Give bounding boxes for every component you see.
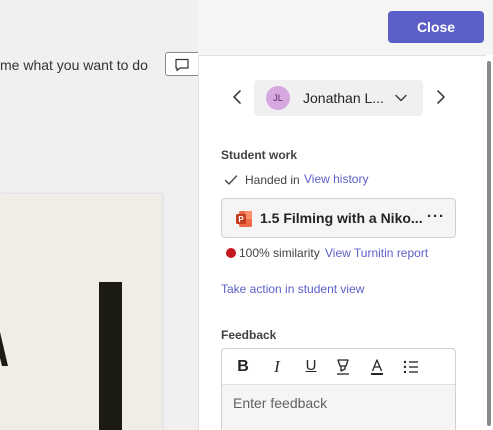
panel-scrollbar[interactable] xyxy=(486,55,493,430)
svg-text:P: P xyxy=(238,215,244,224)
next-student-button[interactable] xyxy=(429,85,453,109)
file-name: 1.5 Filming with a Niko... xyxy=(260,210,423,226)
powerpoint-icon: P xyxy=(236,211,252,227)
similarity-indicator xyxy=(226,248,236,258)
chevron-right-icon xyxy=(437,90,445,104)
underline-button[interactable]: U xyxy=(300,357,322,377)
scrollbar-thumb[interactable] xyxy=(487,61,491,426)
feedback-title: Feedback xyxy=(221,328,277,342)
checkmark-icon xyxy=(224,175,238,185)
similarity-score: 100% similarity xyxy=(239,246,320,260)
slide-preview xyxy=(0,194,162,430)
tell-me-search[interactable]: me what you want to do xyxy=(0,57,148,73)
previous-student-button[interactable] xyxy=(225,85,249,109)
highlight-icon xyxy=(337,359,349,375)
take-action-link[interactable]: Take action in student view xyxy=(221,282,364,296)
formatting-toolbar: B I U xyxy=(222,349,455,385)
highlight-button[interactable] xyxy=(333,357,355,377)
slide-bar-shape xyxy=(99,282,122,430)
avatar: JL xyxy=(266,86,290,110)
close-button[interactable]: Close xyxy=(388,11,484,43)
bullet-list-button[interactable] xyxy=(401,357,423,377)
submission-status: Handed in xyxy=(245,173,300,187)
comment-icon xyxy=(175,58,189,72)
feedback-input[interactable]: Enter feedback xyxy=(233,395,327,411)
view-history-link[interactable]: View history xyxy=(304,172,368,186)
student-selector[interactable]: JL Jonathan L... xyxy=(254,80,423,116)
bold-button[interactable]: B xyxy=(232,357,254,377)
bullet-list-icon xyxy=(403,360,418,374)
student-name: Jonathan L... xyxy=(303,90,384,106)
comment-button[interactable] xyxy=(165,52,198,76)
document-area: me what you want to do xyxy=(0,0,198,430)
font-color-icon xyxy=(371,359,383,375)
feedback-editor: B I U Enter feedback xyxy=(221,348,456,430)
chevron-left-icon xyxy=(233,90,241,104)
submitted-file-card[interactable]: P 1.5 Filming with a Niko... ··· xyxy=(221,198,456,238)
student-work-title: Student work xyxy=(221,148,298,162)
more-options-button[interactable]: ··· xyxy=(427,208,445,225)
font-color-button[interactable] xyxy=(367,357,389,377)
italic-button[interactable]: I xyxy=(266,357,288,377)
slide-letter-shape xyxy=(0,332,8,366)
chevron-down-icon xyxy=(395,94,407,102)
view-turnitin-report-link[interactable]: View Turnitin report xyxy=(325,246,428,260)
